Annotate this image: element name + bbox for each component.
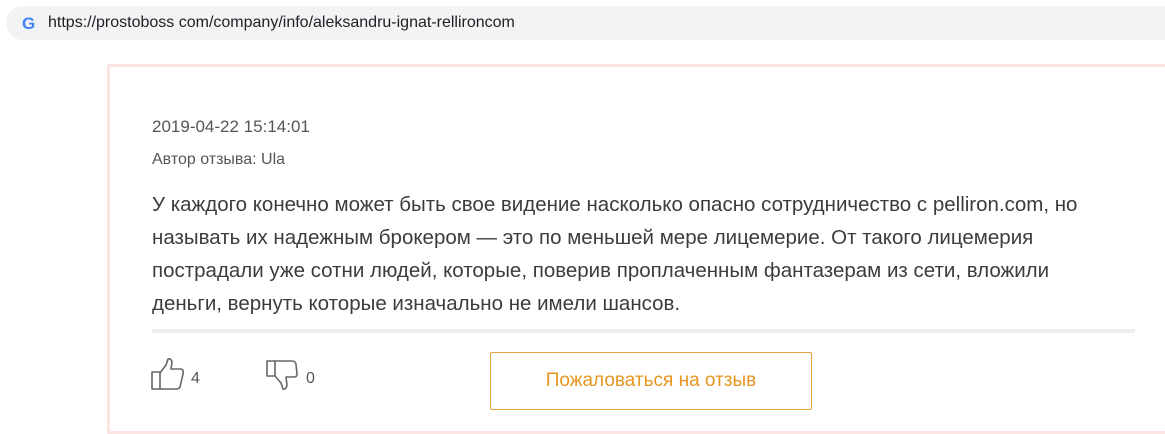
divider [152, 329, 1135, 333]
dislike-count: 0 [306, 370, 315, 387]
like-button[interactable]: 4 [150, 357, 200, 393]
review-text: У каждого конечно может быть свое видени… [152, 193, 1078, 315]
complain-button[interactable]: Пожаловаться на отзыв [490, 352, 812, 410]
url-text[interactable]: https://prostoboss com/company/info/alek… [48, 13, 515, 33]
address-bar[interactable]: G https://prostoboss com/company/info/al… [6, 6, 1165, 40]
dislike-button[interactable]: 0 [265, 357, 315, 393]
review-author: Автор отзыва: Ula [152, 151, 286, 168]
svg-text:G: G [22, 14, 35, 33]
thumbs-up-icon [150, 358, 186, 392]
review-date: 2019-04-22 15:14:01 [152, 117, 310, 136]
thumbs-down-icon [265, 358, 301, 392]
review-card: 2019-04-22 15:14:01 Автор отзыва: Ula У … [107, 64, 1165, 434]
like-count: 4 [191, 370, 200, 387]
google-g-icon: G [20, 12, 40, 34]
